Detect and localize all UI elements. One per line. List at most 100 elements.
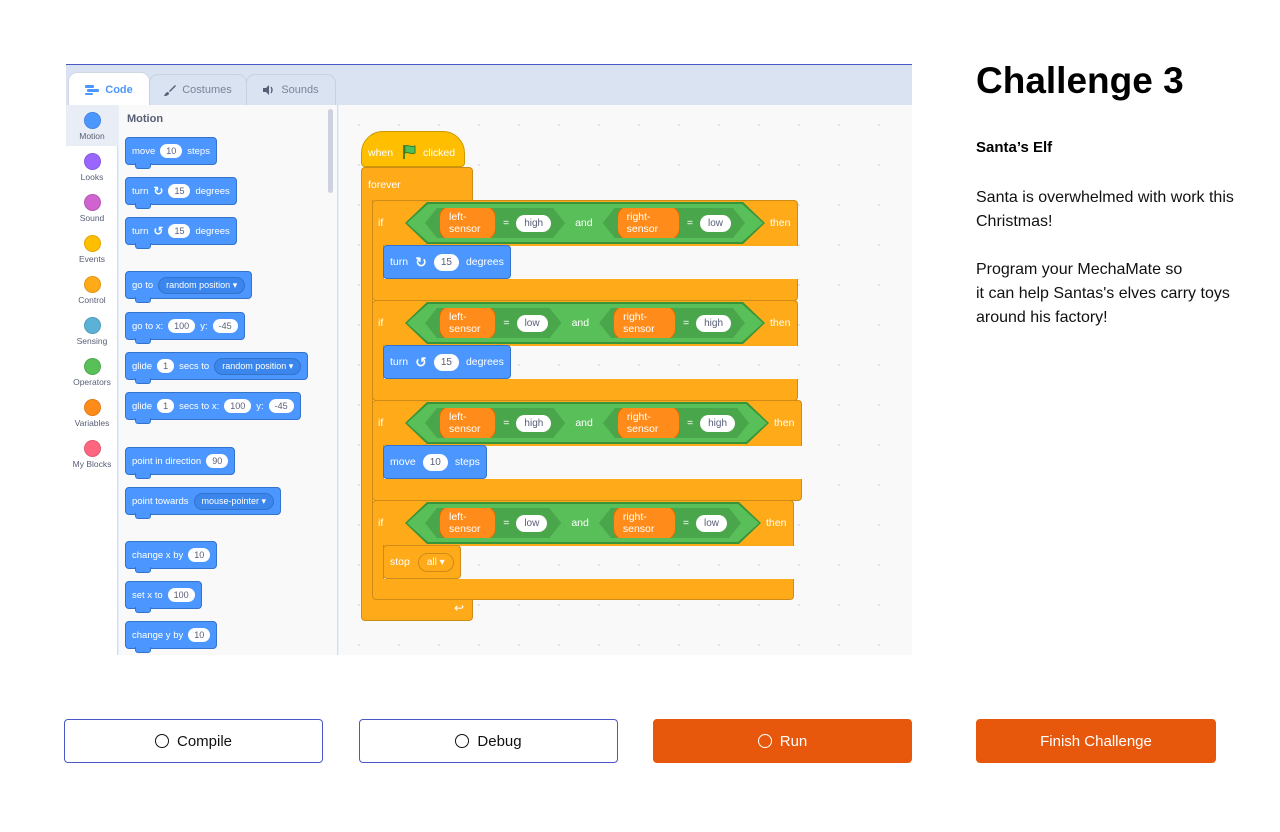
debug-button[interactable]: Debug [359,719,618,763]
block-dropdown[interactable]: random position ▾ [214,357,302,375]
value-input[interactable]: low [516,515,547,532]
compare-left-1[interactable]: left-sensor = high [425,208,565,238]
block-dropdown[interactable]: mouse-pointer ▾ [193,492,275,510]
palette-go-to-block[interactable]: go to random position ▾ [125,271,253,303]
if-label: if [378,217,384,229]
category-looks[interactable]: Looks [66,146,118,187]
compare-right-2[interactable]: right-sensor = high [599,308,745,338]
block-input[interactable]: 15 [168,184,191,198]
sensor-reporter[interactable]: left-sensor [439,205,496,241]
sensor-reporter[interactable]: right-sensor [617,205,680,241]
block-input[interactable]: 90 [206,454,229,468]
category-sensing[interactable]: Sensing [66,310,118,351]
palette-set-x-block[interactable]: set x to 100 [125,581,202,613]
stop-dropdown[interactable]: all ▾ [417,552,454,572]
block-input[interactable]: 15 [433,353,459,371]
finish-challenge-button[interactable]: Finish Challenge [976,719,1216,763]
block-input[interactable]: 15 [168,224,191,238]
compare-left-3[interactable]: left-sensor = high [425,408,565,438]
compare-right-4[interactable]: right-sensor = low [599,508,741,538]
palette-point-direction-block[interactable]: point in direction 90 [125,447,236,479]
category-sound[interactable]: Sound [66,187,118,228]
category-my-blocks[interactable]: My Blocks [66,433,118,474]
value-input[interactable]: low [700,215,731,232]
stop-block[interactable]: stop all ▾ [383,545,461,579]
block-text: set x to [132,589,163,601]
and-condition-3[interactable]: left-sensor = high and right-sensor = high [405,402,769,444]
compare-right-1[interactable]: right-sensor = low [603,208,745,238]
compare-right-3[interactable]: right-sensor = high [603,408,749,438]
turn-right-block[interactable]: turn ↻ 15 degrees [383,245,511,279]
palette-scrollbar[interactable] [328,109,333,193]
tab-code[interactable]: Code [68,72,150,106]
sensor-reporter[interactable]: right-sensor [617,405,680,441]
and-condition-1[interactable]: left-sensor = high and right-sensor = low [405,202,765,244]
turn-left-block[interactable]: turn ↺ 15 degrees [383,345,511,379]
block-text: go to x: [132,320,164,332]
category-control[interactable]: Control [66,269,118,310]
block-text: y: [256,400,264,412]
run-button[interactable]: Run [653,719,912,763]
compare-left-2[interactable]: left-sensor = low [425,308,562,338]
forever-block[interactable]: forever [361,167,473,201]
block-input[interactable]: 10 [188,548,211,562]
value-input[interactable]: high [516,215,551,232]
then-label: then [774,417,795,429]
if-footer-3 [372,479,802,501]
block-input[interactable]: -45 [212,319,238,333]
when-flag-clicked-block[interactable]: when clicked [361,131,465,167]
palette-change-y-block[interactable]: change y by 10 [125,621,218,653]
category-events[interactable]: Events [66,228,118,269]
block-input[interactable]: 10 [422,453,448,471]
compile-button[interactable]: Compile [64,719,323,763]
code-editor: Code Costumes Sounds Motion Looks Sound … [66,64,912,655]
sensor-reporter[interactable]: left-sensor [439,505,496,541]
sensor-reporter[interactable]: left-sensor [439,305,496,341]
block-input[interactable]: 15 [433,253,459,271]
block-input[interactable]: 1 [157,399,175,413]
sensor-reporter[interactable]: right-sensor [613,505,676,541]
loop-arrow-icon: ↩ [454,601,465,615]
and-condition-2[interactable]: left-sensor = low and right-sensor = high [405,302,765,344]
block-dropdown[interactable]: random position ▾ [158,276,246,294]
tab-sounds[interactable]: Sounds [246,74,336,105]
value-input[interactable]: high [696,315,731,332]
circle-icon [757,734,772,748]
and-condition-4[interactable]: left-sensor = low and right-sensor = low [405,502,761,544]
palette-glide-xy-block[interactable]: glide 1 secs to x: 100 y: -45 [125,392,301,424]
block-input[interactable]: 1 [157,359,175,373]
block-text: point towards [132,495,189,507]
equals-sign: = [686,217,693,229]
sensor-reporter[interactable]: right-sensor [613,305,676,341]
and-label: and [575,417,593,429]
value-input[interactable]: low [696,515,727,532]
palette-turn-left-block[interactable]: turn ↺ 15 degrees [125,217,237,249]
palette-point-towards-block[interactable]: point towards mouse-pointer ▾ [125,487,282,519]
tab-costumes[interactable]: Costumes [149,74,247,105]
block-input[interactable]: 10 [188,628,211,642]
compare-left-4[interactable]: left-sensor = low [425,508,561,538]
palette-move-block[interactable]: move 10 steps [125,137,217,169]
palette-turn-right-block[interactable]: turn ↻ 15 degrees [125,177,237,209]
sensor-reporter[interactable]: left-sensor [439,405,496,441]
category-variables[interactable]: Variables [66,392,118,433]
block-input[interactable]: 100 [224,399,252,413]
palette-go-to-xy-block[interactable]: go to x: 100 y: -45 [125,312,245,344]
block-input[interactable]: -45 [268,399,294,413]
value-input[interactable]: low [517,315,548,332]
block-input[interactable]: 100 [167,588,195,602]
category-operators[interactable]: Operators [66,351,118,392]
block-input[interactable]: 100 [168,319,196,333]
category-label: Motion [79,131,105,141]
tab-costumes-label: Costumes [182,84,232,96]
category-motion[interactable]: Motion [66,105,118,146]
value-input[interactable]: high [516,415,551,432]
script-workspace[interactable]: when clicked forever ↩ if then left-sens… [339,105,912,655]
block-palette: Motion move 10 steps turn ↻ 15 degrees turn ↺ 1… [119,105,338,655]
palette-change-x-block[interactable]: change x by 10 [125,541,218,573]
equals-sign: = [503,417,510,429]
block-input[interactable]: 10 [160,144,183,158]
value-input[interactable]: high [700,415,735,432]
palette-glide-to-block[interactable]: glide 1 secs to random position ▾ [125,352,309,384]
move-steps-block[interactable]: move 10 steps [383,445,487,479]
